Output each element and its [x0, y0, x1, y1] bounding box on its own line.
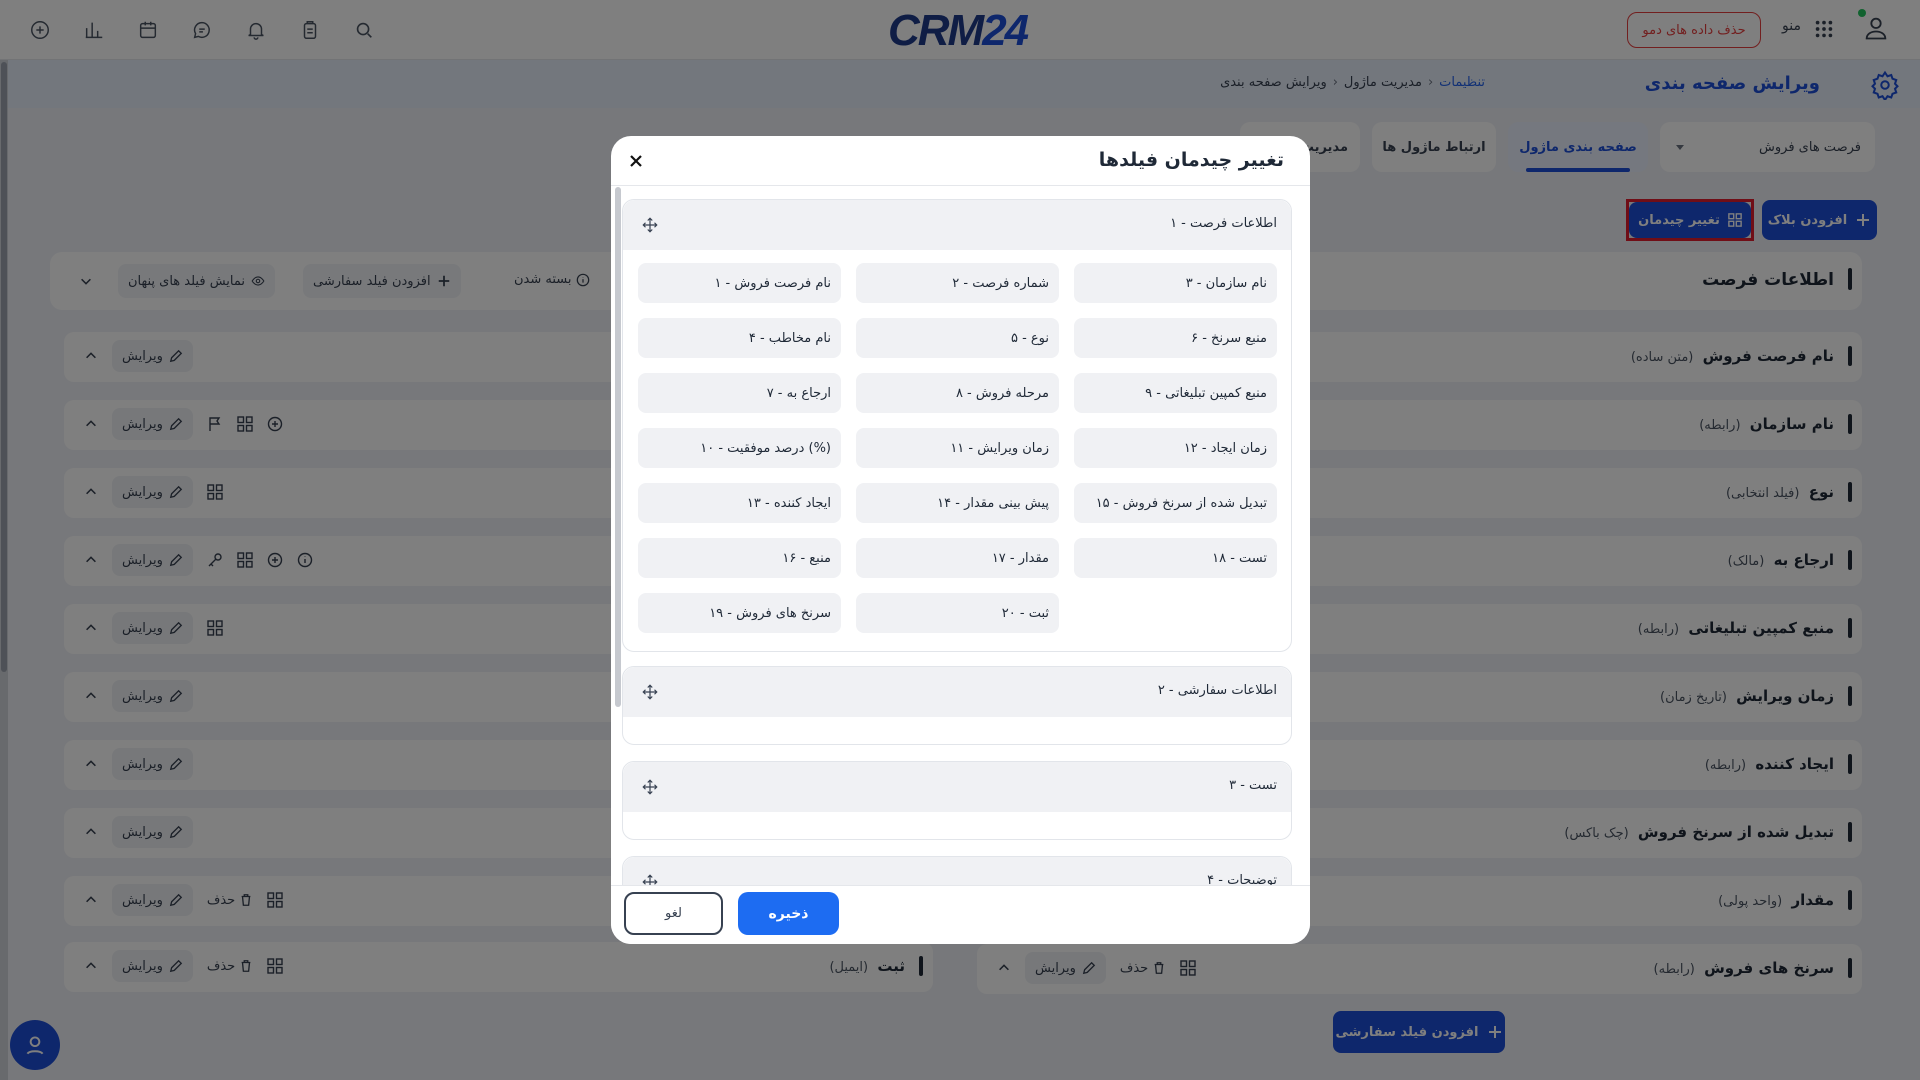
field-chip[interactable]: شماره فرصت - ۲	[856, 263, 1059, 303]
field-chip[interactable]: ثبت - ۲۰	[856, 593, 1059, 633]
field-group: تست - ۳	[622, 761, 1292, 840]
field-group: توضیحات - ۴	[622, 856, 1292, 885]
change-field-layout-modal: تغییر چیدمان فیلدها اطلاعات فرصت - ۱ نام …	[611, 136, 1310, 944]
save-button[interactable]: ذخیره	[738, 892, 839, 935]
field-group-title: تست - ۳	[1229, 778, 1277, 793]
modal-body: اطلاعات فرصت - ۱ نام سازمان - ۳ شماره فرصت…	[611, 187, 1310, 885]
move-icon[interactable]	[641, 873, 659, 885]
field-chip[interactable]: منبع کمپین تبلیغاتی - ۹	[1074, 373, 1277, 413]
field-chip[interactable]: مرحله فروش - ۸	[856, 373, 1059, 413]
field-chip[interactable]: پیش بینی مقدار - ۱۴	[856, 483, 1059, 523]
field-group-title: اطلاعات سفارشی - ۲	[1157, 683, 1277, 698]
modal-title: تغییر چیدمان فیلدها	[1098, 149, 1284, 171]
cancel-button[interactable]: لغو	[624, 892, 723, 935]
field-chip[interactable]: نام مخاطب - ۴	[638, 318, 841, 358]
field-chip[interactable]: نام فرصت فروش - ۱	[638, 263, 841, 303]
field-chip[interactable]: منبع سرنخ - ۶	[1074, 318, 1277, 358]
field-group-header[interactable]: تست - ۳	[623, 762, 1291, 812]
move-icon[interactable]	[641, 778, 659, 796]
move-icon[interactable]	[641, 216, 659, 234]
move-icon[interactable]	[641, 683, 659, 701]
field-chip[interactable]: نوع - ۵	[856, 318, 1059, 358]
field-group-title: اطلاعات فرصت - ۱	[1170, 216, 1277, 231]
field-chip[interactable]: زمان ویرایش - ۱۱	[856, 428, 1059, 468]
modal-header: تغییر چیدمان فیلدها	[611, 136, 1310, 186]
modal-footer: ذخیره لغو	[611, 885, 1310, 944]
field-group-header[interactable]: اطلاعات سفارشی - ۲	[623, 667, 1291, 717]
field-group: اطلاعات سفارشی - ۲	[622, 666, 1292, 745]
field-chip[interactable]: تبدیل شده از سرنخ فروش - ۱۵	[1074, 483, 1277, 523]
field-chip[interactable]: تست - ۱۸	[1074, 538, 1277, 578]
field-chip[interactable]: سرنخ های فروش - ۱۹	[638, 593, 841, 633]
field-chip[interactable]: زمان ایجاد - ۱۲	[1074, 428, 1277, 468]
field-chip[interactable]: منبع - ۱۶	[638, 538, 841, 578]
field-group-header[interactable]: اطلاعات فرصت - ۱	[623, 200, 1291, 250]
modal-scrollbar[interactable]	[615, 187, 621, 707]
field-chip[interactable]: نام سازمان - ۳	[1074, 263, 1277, 303]
field-chip[interactable]: مقدار - ۱۷	[856, 538, 1059, 578]
field-group: اطلاعات فرصت - ۱ نام سازمان - ۳ شماره فرصت…	[622, 199, 1292, 652]
field-chip[interactable]: ایجاد کننده - ۱۳	[638, 483, 841, 523]
field-chip[interactable]: (%) درصد موفقیت - ۱۰	[638, 428, 841, 468]
field-group-header[interactable]: توضیحات - ۴	[623, 857, 1291, 885]
close-icon[interactable]	[623, 148, 649, 174]
field-chip[interactable]: ارجاع به - ۷	[638, 373, 841, 413]
field-group-title: توضیحات - ۴	[1207, 873, 1277, 885]
